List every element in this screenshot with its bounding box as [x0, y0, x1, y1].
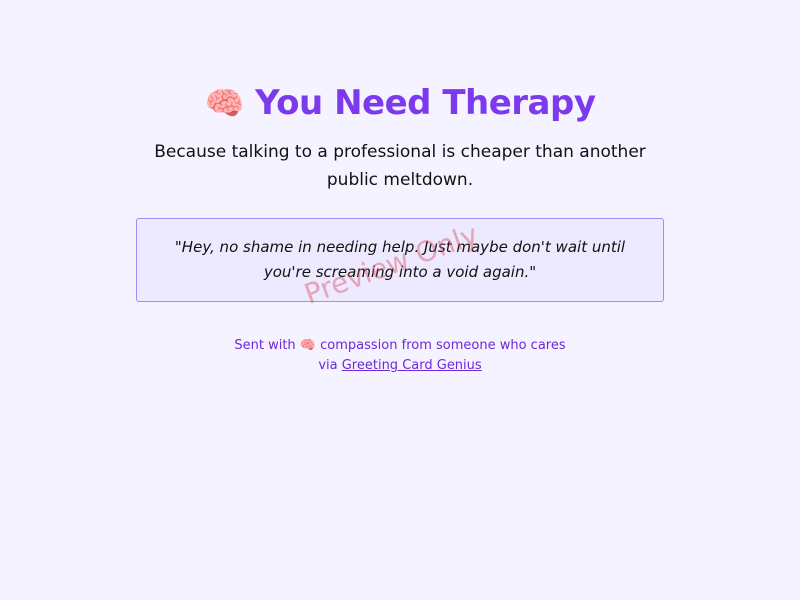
quote-box: "Hey, no shame in needing help. Just may… — [136, 218, 664, 302]
sent-prefix: Sent with — [234, 338, 296, 353]
greeting-card-genius-link[interactable]: Greeting Card Genius — [342, 358, 482, 373]
title-text: You Need Therapy — [255, 83, 596, 123]
footer: Sent with 🧠 compassion from someone who … — [136, 336, 664, 376]
sent-suffix: compassion from someone who cares — [320, 338, 566, 353]
brain-icon: 🧠 — [299, 338, 317, 353]
subtitle: Because talking to a professional is che… — [154, 142, 646, 190]
card: 🧠 You Need Therapy Because talking to a … — [136, 0, 664, 376]
page-title: 🧠 You Need Therapy — [136, 80, 664, 126]
brain-icon: 🧠 — [204, 84, 244, 122]
via-label: via — [318, 358, 338, 373]
